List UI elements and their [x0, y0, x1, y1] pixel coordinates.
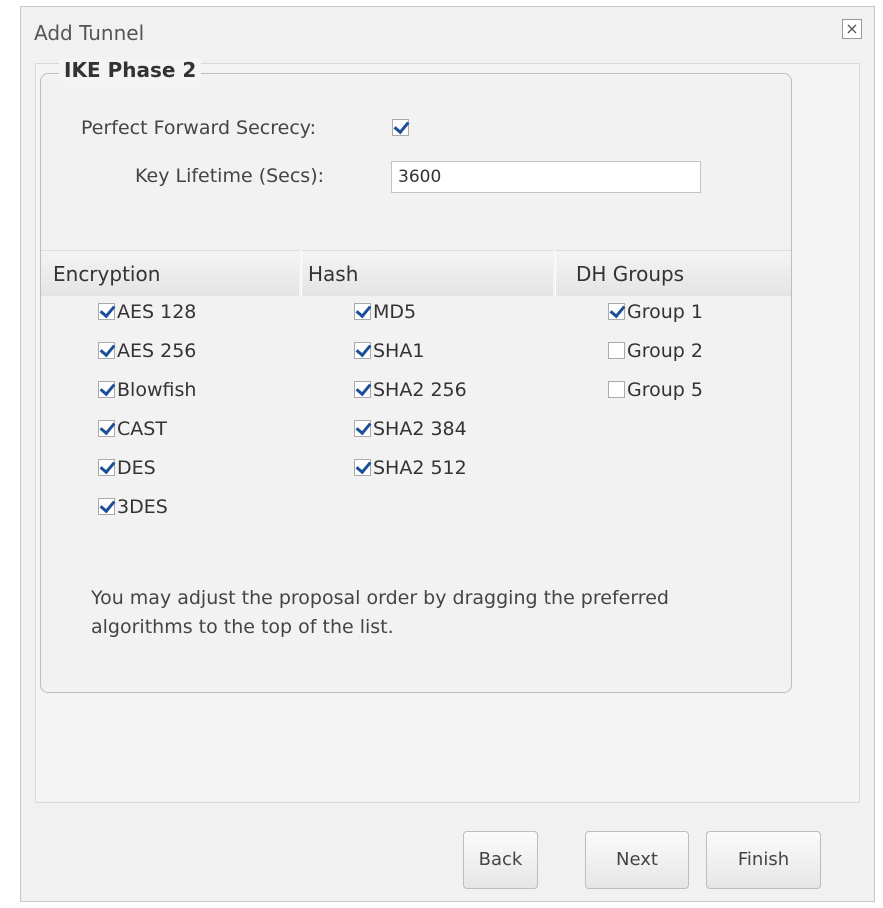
close-icon[interactable]: ×: [842, 19, 862, 39]
checkbox[interactable]: [98, 419, 115, 437]
option-label: CAST: [117, 418, 167, 440]
option-label: AES 128: [117, 301, 197, 323]
ike-phase2-fieldset: IKE Phase 2 Perfect Forward Secrecy: Key…: [40, 58, 792, 693]
hash-option[interactable]: SHA2 512: [354, 455, 467, 481]
encryption-option[interactable]: CAST: [98, 416, 167, 442]
finish-button[interactable]: Finish: [706, 831, 821, 889]
option-label: AES 256: [117, 340, 197, 362]
option-label: SHA2 512: [373, 457, 467, 479]
checkbox[interactable]: [354, 341, 371, 359]
checkbox[interactable]: [354, 380, 371, 398]
dialog-title: Add Tunnel: [34, 21, 145, 45]
option-label: SHA1: [373, 340, 425, 362]
key-lifetime-input[interactable]: [391, 161, 701, 193]
dh-groups-header: DH Groups: [555, 250, 791, 296]
checkbox[interactable]: [98, 341, 115, 359]
key-lifetime-label: Key Lifetime (Secs):: [135, 165, 325, 187]
option-label: SHA2 256: [373, 379, 467, 401]
encryption-option[interactable]: AES 256: [98, 338, 196, 364]
option-label: Group 5: [627, 379, 703, 401]
option-label: SHA2 384: [373, 418, 467, 440]
checkbox[interactable]: [98, 497, 115, 515]
back-button[interactable]: Back: [463, 831, 538, 889]
checkbox[interactable]: [608, 302, 625, 320]
encryption-header: Encryption: [41, 250, 299, 296]
hash-option[interactable]: SHA1: [354, 338, 424, 364]
hash-option[interactable]: MD5: [354, 299, 416, 325]
dh-group-option[interactable]: Group 1: [608, 299, 703, 325]
dh-group-option[interactable]: Group 5: [608, 377, 703, 403]
encryption-option[interactable]: 3DES: [98, 494, 168, 520]
checkbox[interactable]: [98, 380, 115, 398]
option-label: Blowfish: [117, 379, 197, 401]
checkbox[interactable]: [608, 380, 625, 398]
encryption-option[interactable]: DES: [98, 455, 156, 481]
checkbox[interactable]: [354, 458, 371, 476]
checkbox[interactable]: [354, 302, 371, 320]
checkbox[interactable]: [608, 341, 625, 359]
checkbox[interactable]: [98, 458, 115, 476]
option-label: Group 1: [627, 301, 703, 323]
pfs-checkbox[interactable]: [392, 119, 409, 136]
next-button[interactable]: Next: [585, 831, 689, 889]
checkbox[interactable]: [98, 302, 115, 320]
checkbox[interactable]: [354, 419, 371, 437]
encryption-option[interactable]: Blowfish: [98, 377, 196, 403]
option-label: Group 2: [627, 340, 703, 362]
hash-header: Hash: [301, 250, 553, 296]
hash-option[interactable]: SHA2 384: [354, 416, 467, 442]
option-label: DES: [117, 457, 156, 479]
dh-group-option[interactable]: Group 2: [608, 338, 703, 364]
dialog-title-bar: Add Tunnel ×: [21, 7, 874, 63]
hash-option[interactable]: SHA2 256: [354, 377, 467, 403]
option-label: MD5: [373, 301, 417, 323]
pfs-label: Perfect Forward Secrecy:: [81, 117, 317, 139]
option-label: 3DES: [117, 496, 168, 518]
encryption-option[interactable]: AES 128: [98, 299, 196, 325]
ike-phase2-legend: IKE Phase 2: [59, 58, 202, 82]
proposal-order-note: You may adjust the proposal order by dra…: [91, 587, 669, 638]
